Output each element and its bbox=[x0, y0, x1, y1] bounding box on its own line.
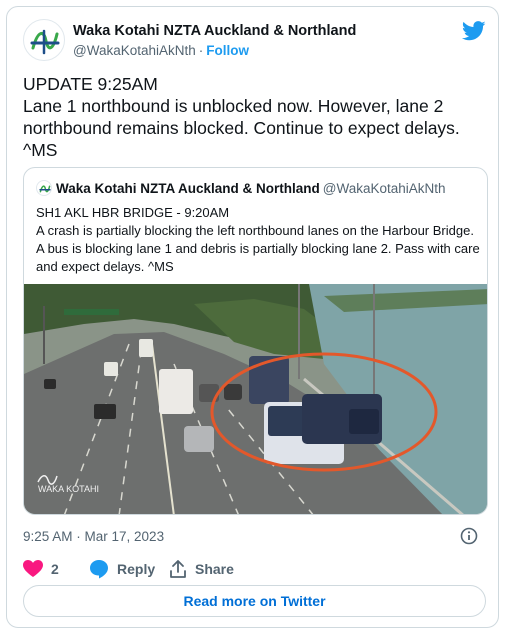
tweet-card: Waka Kotahi NZTA Auckland & Northland @W… bbox=[6, 6, 499, 628]
quoted-tweet[interactable]: Waka Kotahi NZTA Auckland & Northland @Wa… bbox=[23, 167, 488, 515]
car bbox=[44, 379, 56, 389]
quoted-tweet-header: Waka Kotahi NZTA Auckland & Northland @Wa… bbox=[36, 180, 446, 196]
heart-icon bbox=[23, 560, 43, 577]
reply-bubble-icon bbox=[90, 560, 108, 579]
follow-button[interactable]: Follow bbox=[206, 43, 249, 58]
quoted-author-handle: @WakaKotahiAkNth bbox=[322, 181, 446, 196]
reply-button[interactable]: Reply bbox=[89, 557, 155, 581]
car bbox=[184, 426, 214, 452]
like-count: 2 bbox=[51, 561, 59, 577]
quoted-tweet-text: SH1 AKL HBR BRIDGE - 9:20AM A crash is p… bbox=[36, 205, 480, 274]
car bbox=[94, 404, 116, 419]
white-truck bbox=[159, 369, 193, 414]
quoted-author-avatar bbox=[36, 180, 52, 196]
tweet-header: Waka Kotahi NZTA Auckland & Northland @W… bbox=[23, 19, 486, 63]
gantry-sign bbox=[64, 309, 119, 315]
author-avatar[interactable] bbox=[23, 19, 65, 61]
tweet-timestamp[interactable]: 9:25 AM · Mar 17, 2023 bbox=[23, 529, 164, 544]
bus-windshield bbox=[349, 409, 379, 434]
share-upload-icon bbox=[170, 560, 186, 578]
car bbox=[224, 384, 242, 400]
read-more-button[interactable]: Read more on Twitter bbox=[23, 585, 486, 617]
twitter-bird-icon[interactable] bbox=[462, 21, 486, 41]
traffic-camera-image[interactable]: WAKA KOTAHI bbox=[24, 284, 488, 515]
author-handle-row: @WakaKotahiAkNth · Follow bbox=[73, 43, 249, 58]
truck bbox=[139, 339, 153, 357]
reply-label: Reply bbox=[117, 561, 156, 577]
image-watermark: WAKA KOTAHI bbox=[38, 484, 99, 494]
share-label: Share bbox=[195, 561, 234, 577]
waka-kotahi-logo-icon bbox=[39, 185, 51, 193]
separator-dot: · bbox=[198, 43, 204, 58]
van bbox=[104, 362, 118, 376]
author-handle[interactable]: @WakaKotahiAkNth bbox=[73, 43, 196, 58]
tweet-text: UPDATE 9:25AM Lane 1 northbound is unblo… bbox=[23, 74, 460, 160]
author-name[interactable]: Waka Kotahi NZTA Auckland & Northland bbox=[73, 23, 356, 39]
info-icon[interactable] bbox=[460, 527, 478, 545]
like-button[interactable]: 2 bbox=[23, 557, 59, 581]
share-button[interactable]: Share bbox=[169, 557, 234, 581]
bus bbox=[249, 356, 289, 404]
waka-kotahi-logo-icon bbox=[30, 29, 60, 55]
quoted-author-name: Waka Kotahi NZTA Auckland & Northland bbox=[56, 181, 320, 196]
